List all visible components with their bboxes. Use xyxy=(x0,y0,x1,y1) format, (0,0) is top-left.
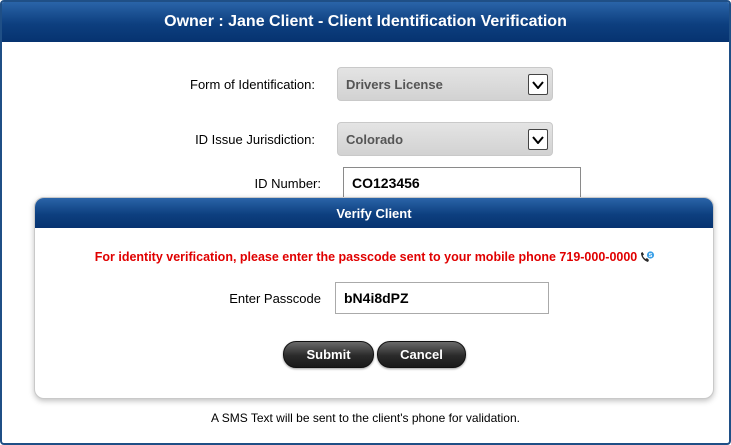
id-number-label: ID Number: xyxy=(254,175,321,191)
passcode-input[interactable]: bN4i8dPZ xyxy=(335,282,549,314)
id-number-row: ID Number: CO123456 xyxy=(143,167,581,199)
passcode-row: Enter Passcode bN4i8dPZ xyxy=(35,282,713,314)
passcode-label: Enter Passcode xyxy=(229,290,321,306)
id-number-value: CO123456 xyxy=(352,175,420,191)
jurisdiction-select[interactable]: Colorado xyxy=(337,122,553,156)
dialog-title: Verify Client xyxy=(336,205,412,221)
dialog-header: Verify Client xyxy=(35,198,713,228)
jurisdiction-row: ID Issue Jurisdiction: Colorado xyxy=(137,122,553,156)
verification-window: Owner : Jane Client - Client Identificat… xyxy=(0,0,731,445)
id-number-input[interactable]: CO123456 xyxy=(343,167,581,199)
id-form-value: Drivers License xyxy=(346,76,443,92)
jurisdiction-value: Colorado xyxy=(346,131,404,147)
id-form-label: Form of Identification: xyxy=(190,76,315,92)
jurisdiction-label: ID Issue Jurisdiction: xyxy=(195,131,315,147)
verification-message-text: For identity verification, please enter … xyxy=(94,250,638,264)
sms-footer-note: A SMS Text will be sent to the client's … xyxy=(211,411,520,425)
verify-client-dialog: Verify Client For identity verification,… xyxy=(34,197,714,399)
chevron-down-icon[interactable] xyxy=(528,74,548,95)
svg-text:S: S xyxy=(649,253,653,259)
chevron-down-icon[interactable] xyxy=(528,129,548,150)
verification-message: For identity verification, please enter … xyxy=(35,250,713,264)
passcode-value: bN4i8dPZ xyxy=(344,290,409,306)
submit-button[interactable]: Submit xyxy=(283,341,374,368)
window-title: Owner : Jane Client - Client Identificat… xyxy=(164,13,567,30)
cancel-button[interactable]: Cancel xyxy=(377,341,466,368)
id-form-select[interactable]: Drivers License xyxy=(337,67,553,101)
window-title-bar: Owner : Jane Client - Client Identificat… xyxy=(2,2,729,42)
id-form-row: Form of Identification: Drivers License xyxy=(137,67,553,101)
phone-icon[interactable]: S xyxy=(639,250,655,264)
